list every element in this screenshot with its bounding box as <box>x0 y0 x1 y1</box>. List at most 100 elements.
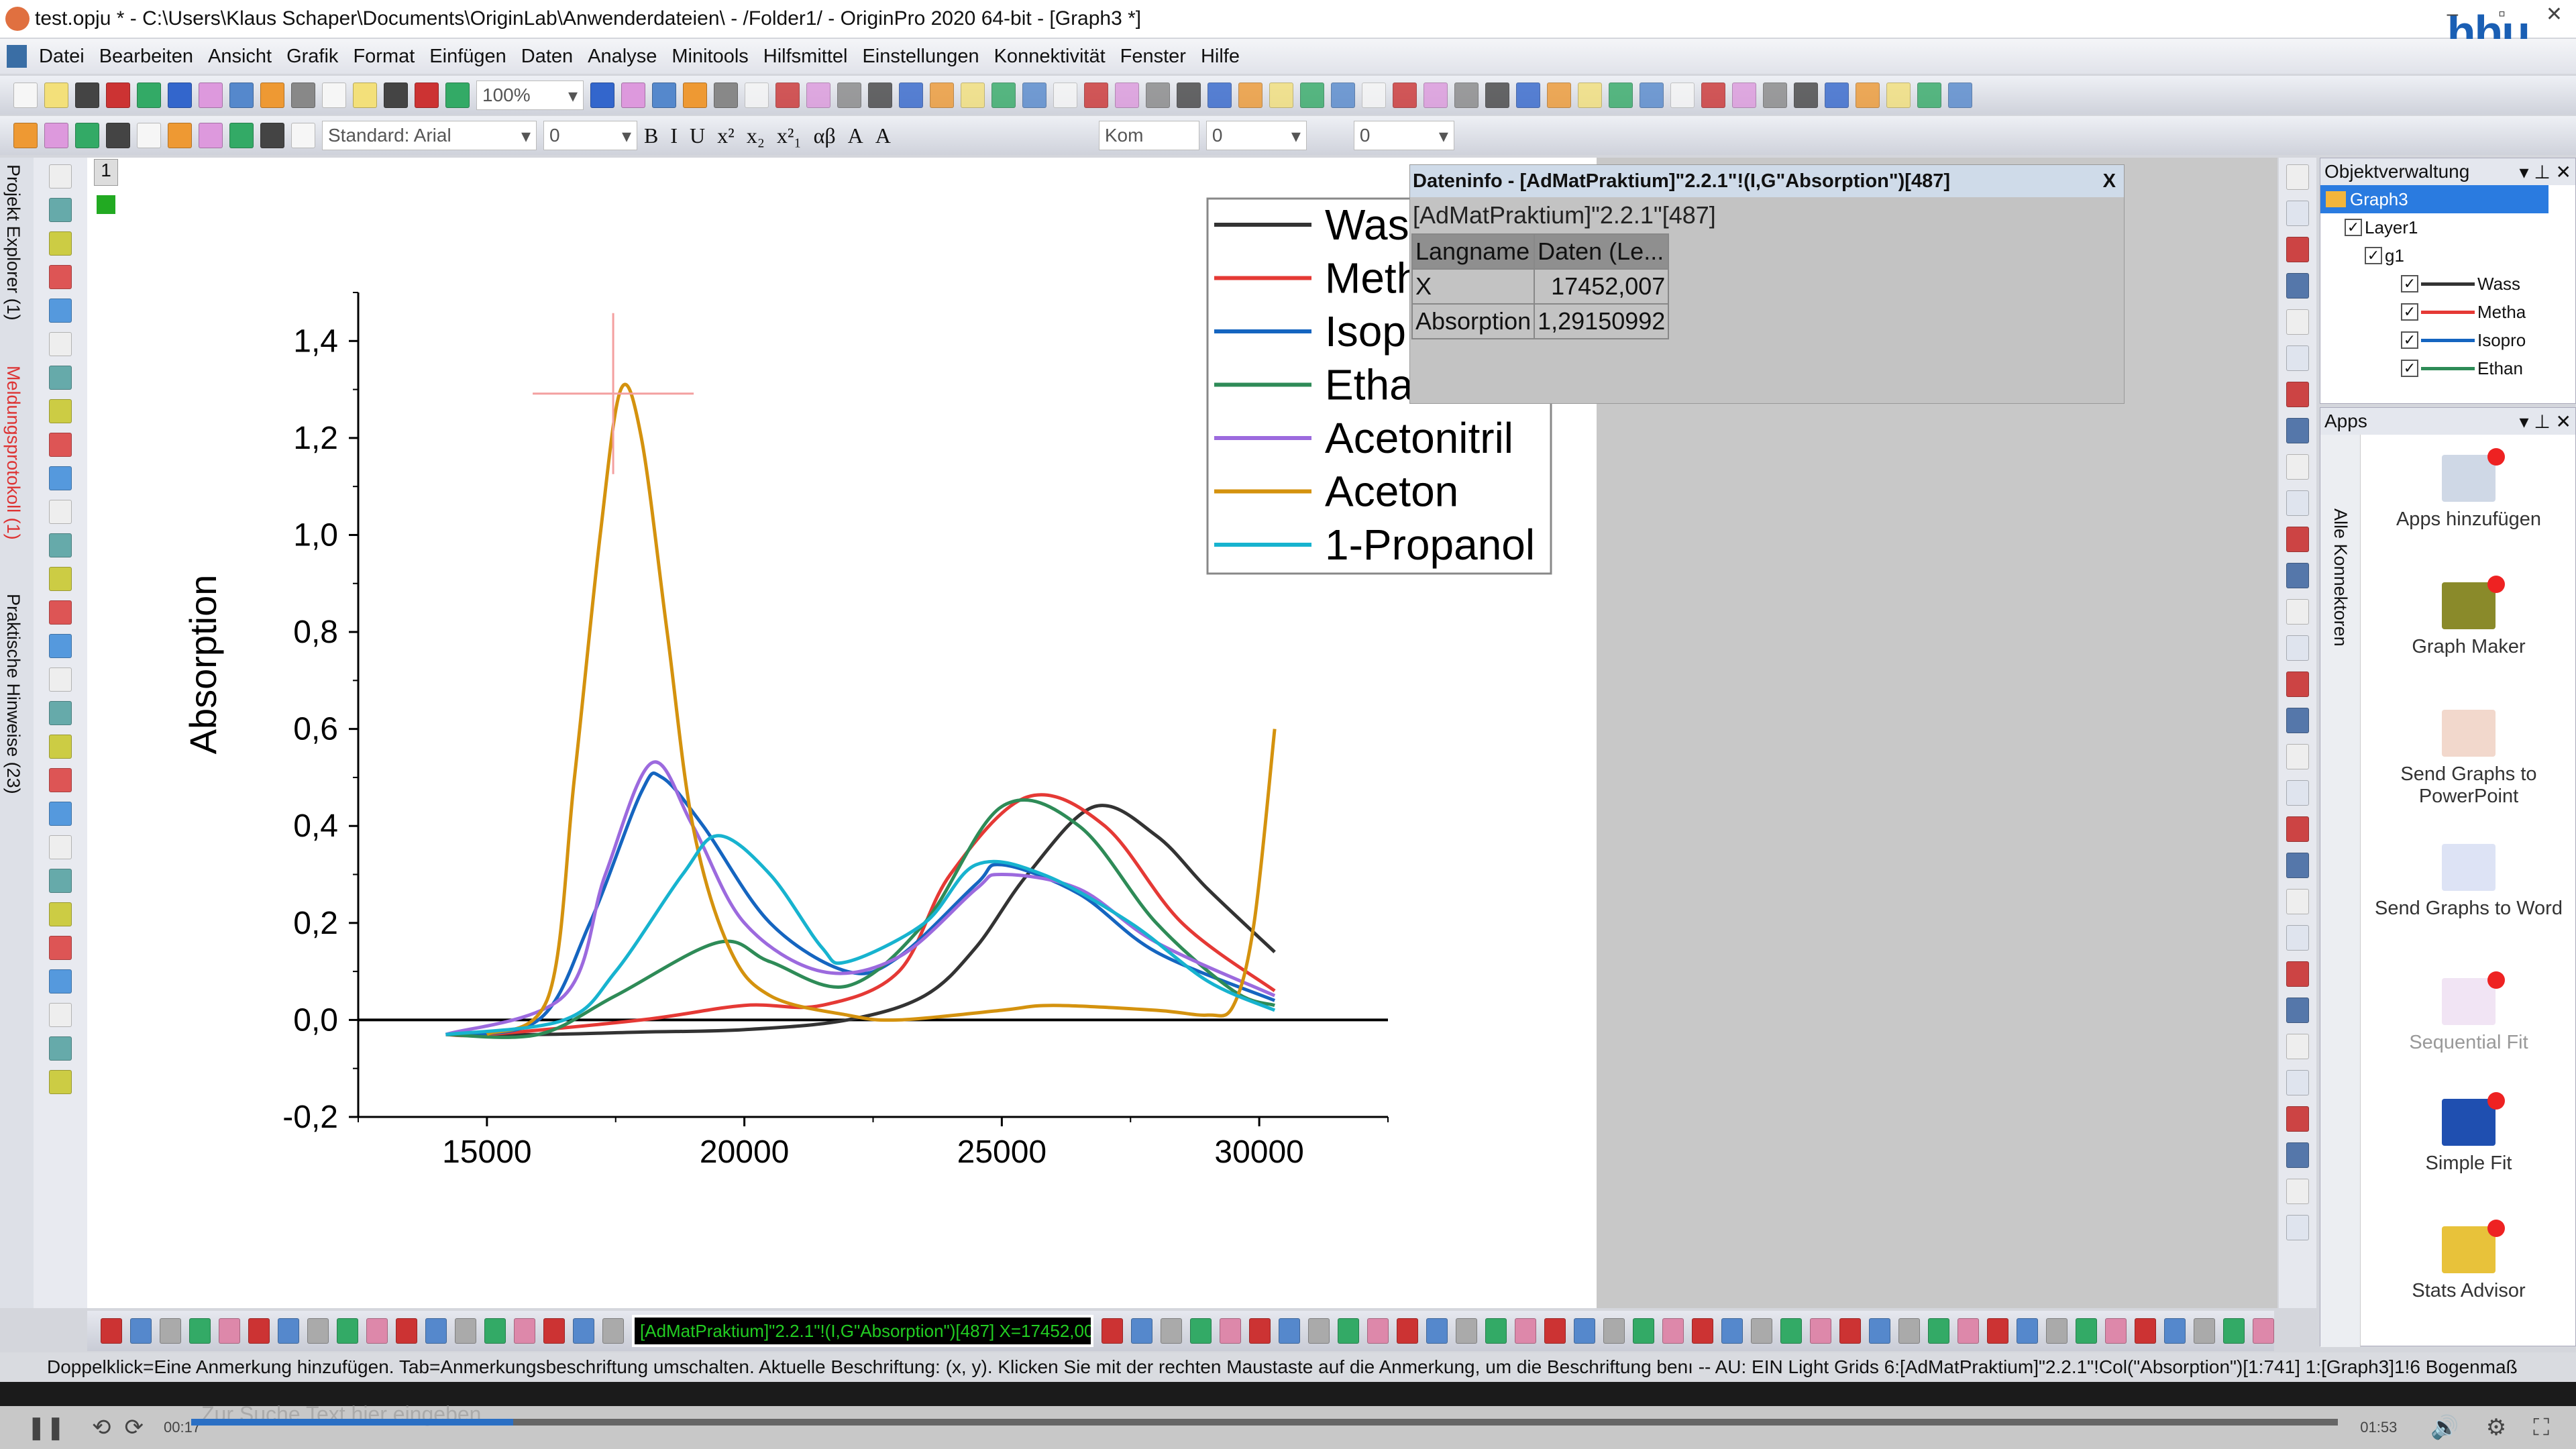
plot-tool-icon[interactable] <box>2223 1318 2245 1344</box>
plot-tool-icon[interactable] <box>1869 1318 1890 1344</box>
toolbar-tool-icon[interactable] <box>1794 83 1818 108</box>
new-matrix-icon[interactable] <box>137 83 161 108</box>
graph-tool-icon[interactable] <box>2286 780 2309 806</box>
toolbar-tool-icon[interactable] <box>1640 83 1664 108</box>
tool-icon[interactable] <box>49 332 72 356</box>
save-icon[interactable] <box>260 83 284 108</box>
tool-icon[interactable] <box>49 198 72 222</box>
toolbar-tool-icon[interactable] <box>745 83 769 108</box>
plot-tool-icon[interactable] <box>1220 1318 1241 1344</box>
plot-tool-icon[interactable] <box>1633 1318 1654 1344</box>
toolbar-tool-icon[interactable] <box>1578 83 1602 108</box>
worksheet-tool-icon[interactable] <box>13 123 38 148</box>
graph-tool-icon[interactable] <box>2286 1070 2309 1095</box>
tool-icon[interactable] <box>49 735 72 759</box>
plot-tool-icon[interactable] <box>1249 1318 1271 1344</box>
toolbar-tool-icon[interactable] <box>1238 83 1263 108</box>
toolbar-tool-icon[interactable] <box>1208 83 1232 108</box>
plot-tool-icon[interactable] <box>1338 1318 1359 1344</box>
plot-tool-icon[interactable] <box>1485 1318 1507 1344</box>
checkbox[interactable]: ✓ <box>2401 303 2418 321</box>
graph-tool-icon[interactable] <box>2286 961 2309 987</box>
app-graph-maker[interactable]: Graph Maker <box>2361 576 2576 658</box>
plot-tool-icon[interactable] <box>1426 1318 1448 1344</box>
panel-controls-icon[interactable]: ▾ ⊥ ✕ <box>2520 411 2571 433</box>
pause-button[interactable]: ❚❚ <box>27 1414 65 1441</box>
plot-tool-icon[interactable] <box>248 1318 270 1344</box>
format-button[interactable]: x² <box>717 123 735 148</box>
tool-icon[interactable] <box>49 667 72 692</box>
app-send-graphs-to-powerpoint[interactable]: Send Graphs to PowerPoint <box>2361 710 2576 808</box>
tree-item-plot[interactable]: ✓ Ethan <box>2320 354 2575 382</box>
plot-tool-icon[interactable] <box>219 1318 240 1344</box>
graph-tool-icon[interactable] <box>2286 201 2309 226</box>
tool-icon[interactable] <box>49 600 72 625</box>
plot-tool-icon[interactable] <box>1751 1318 1772 1344</box>
menu-minitools[interactable]: Minitools <box>669 46 751 68</box>
toolbar-tool-icon[interactable] <box>961 83 985 108</box>
toolbar-tool-icon[interactable] <box>1084 83 1108 108</box>
plot-tool-icon[interactable] <box>2135 1318 2156 1344</box>
toolbar-tool-icon[interactable] <box>991 83 1016 108</box>
checkbox[interactable]: ✓ <box>2401 331 2418 349</box>
plot-tool-icon[interactable] <box>278 1318 299 1344</box>
plot-tool-icon[interactable] <box>602 1318 624 1344</box>
tool-icon[interactable] <box>49 500 72 524</box>
new-worksheet-icon[interactable] <box>75 83 99 108</box>
graph-tool-icon[interactable] <box>2286 1215 2309 1240</box>
plot-tool-icon[interactable] <box>1662 1318 1684 1344</box>
toolbar-tool-icon[interactable] <box>1763 83 1787 108</box>
graph-tool-icon[interactable] <box>2286 998 2309 1023</box>
plot-tool-icon[interactable] <box>455 1318 476 1344</box>
graph-tool-icon[interactable] <box>2286 309 2309 335</box>
absorption-chart[interactable]: -0,2 0,0 0,2 0,4 0,6 0,8 1,0 1,2 1,4 15000 20000 25… <box>87 158 1597 1308</box>
toolbar-tool-icon[interactable] <box>1022 83 1046 108</box>
menu-hilfsmittel[interactable]: Hilfsmittel <box>761 46 851 68</box>
tool-icon[interactable] <box>49 164 72 189</box>
plot-tool-icon[interactable] <box>1957 1318 1979 1344</box>
merge-icon[interactable] <box>590 83 614 108</box>
graph-tool-icon[interactable] <box>2286 490 2309 516</box>
plot-tool-icon[interactable] <box>1456 1318 1477 1344</box>
tool-icon[interactable] <box>49 936 72 960</box>
menu-bearbeiten[interactable]: Bearbeiten <box>97 46 196 68</box>
graph-tool-icon[interactable] <box>2286 164 2309 190</box>
plot-tool-icon[interactable] <box>514 1318 535 1344</box>
volume-icon[interactable]: 🔊 <box>2430 1414 2459 1441</box>
toolbar-tool-icon[interactable] <box>1948 83 1972 108</box>
checkbox[interactable]: ✓ <box>2401 360 2418 377</box>
tree-item-plot[interactable]: ✓ Wass <box>2320 270 2575 298</box>
graph-tool-icon[interactable] <box>2286 418 2309 443</box>
search-icon[interactable] <box>652 83 676 108</box>
tab-projekt-explorer[interactable]: Projekt Explorer (1) <box>3 164 23 321</box>
graph-tool-icon[interactable] <box>2286 635 2309 661</box>
graph-tool-icon[interactable] <box>2286 816 2309 842</box>
checkbox[interactable]: ✓ <box>2365 247 2382 264</box>
plot-tool-icon[interactable] <box>101 1318 122 1344</box>
fullscreen-icon[interactable]: ⛶ <box>2533 1415 2549 1441</box>
worksheet-tool-icon[interactable] <box>260 123 284 148</box>
layers-icon[interactable] <box>445 83 470 108</box>
format-button[interactable]: x²₁ <box>777 123 802 148</box>
open-folder-icon[interactable] <box>291 83 315 108</box>
menu-einstellungen[interactable]: Einstellungen <box>859 46 981 68</box>
format-button[interactable]: U <box>690 123 705 148</box>
tree-item-plot[interactable]: ✓ Metha <box>2320 298 2575 326</box>
checkbox[interactable]: ✓ <box>2401 275 2418 292</box>
graph-tool-icon[interactable] <box>2286 382 2309 407</box>
app-apps-hinzuf-gen[interactable]: Apps hinzufügen <box>2361 448 2576 531</box>
plot-tool-icon[interactable] <box>1279 1318 1300 1344</box>
graph-window[interactable]: 1 -0,2 0,0 0,2 0,4 0,6 0,8 1,0 1,2 1,4 15000 20000… <box>87 158 1597 1308</box>
graph-tool-icon[interactable] <box>2286 237 2309 262</box>
plot-tool-icon[interactable] <box>1131 1318 1152 1344</box>
worksheet-tool-icon[interactable] <box>168 123 192 148</box>
panel-controls-icon[interactable]: ▾ ⊥ ✕ <box>2520 161 2571 183</box>
plot-tool-icon[interactable] <box>2194 1318 2215 1344</box>
graph-tool-icon[interactable] <box>2286 1034 2309 1059</box>
plot-tool-icon[interactable] <box>2253 1318 2274 1344</box>
tool-icon[interactable] <box>49 869 72 893</box>
plot-tool-icon[interactable] <box>2017 1318 2038 1344</box>
plot-tool-icon[interactable] <box>189 1318 211 1344</box>
toolbar-tool-icon[interactable] <box>1177 83 1201 108</box>
series-line-aceton[interactable] <box>486 382 1277 1036</box>
